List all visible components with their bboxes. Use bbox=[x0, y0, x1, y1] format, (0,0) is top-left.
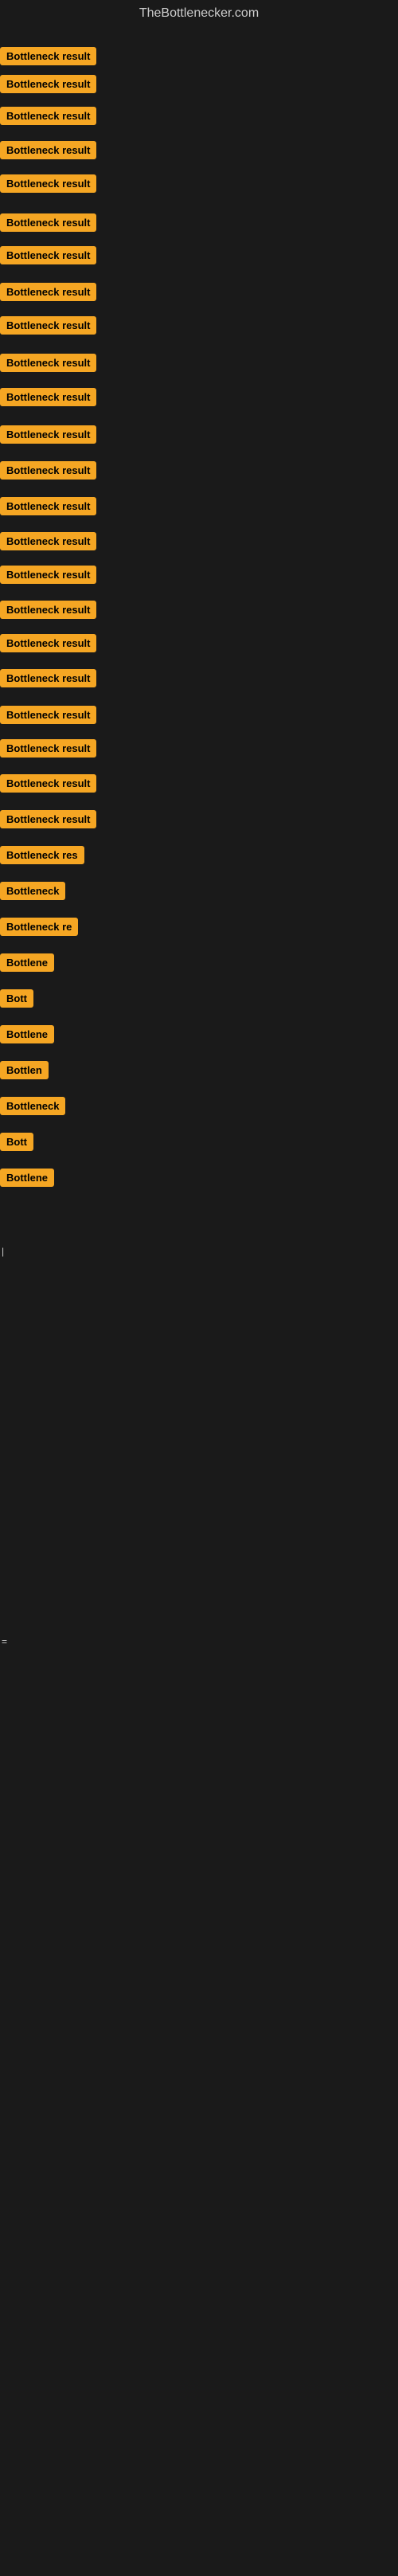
bottleneck-item: Bott bbox=[0, 1133, 33, 1155]
bottleneck-badge: Bottleneck res bbox=[0, 846, 84, 864]
bottleneck-item: Bottlene bbox=[0, 1169, 54, 1191]
bottleneck-badge: Bottleneck result bbox=[0, 107, 96, 125]
bottleneck-item: Bott bbox=[0, 989, 33, 1012]
bottleneck-badge: Bottleneck result bbox=[0, 75, 96, 93]
bottleneck-badge: Bottleneck result bbox=[0, 810, 96, 828]
bottleneck-item: Bottleneck result bbox=[0, 810, 96, 832]
bottleneck-badge: Bottleneck result bbox=[0, 246, 96, 264]
bottleneck-badge: Bottleneck result bbox=[0, 47, 96, 65]
bottleneck-badge: Bottleneck result bbox=[0, 566, 96, 584]
bottleneck-badge: Bottleneck result bbox=[0, 601, 96, 619]
bottleneck-badge: Bottleneck result bbox=[0, 213, 96, 232]
bottleneck-item: Bottlen bbox=[0, 1061, 49, 1083]
bottleneck-badge: Bottleneck result bbox=[0, 774, 96, 793]
bottleneck-item: Bottleneck result bbox=[0, 634, 96, 656]
bottleneck-badge: Bott bbox=[0, 1133, 33, 1151]
marker: = bbox=[2, 1636, 7, 1647]
bottleneck-item: Bottleneck result bbox=[0, 532, 96, 554]
bottleneck-list: Bottleneck result Bottleneck result Bottle… bbox=[0, 27, 398, 2576]
bottleneck-item: Bottleneck result bbox=[0, 75, 96, 97]
bottleneck-item: Bottleneck result bbox=[0, 497, 96, 519]
bottleneck-item: Bottleneck result bbox=[0, 174, 96, 197]
bottleneck-item: Bottleneck result bbox=[0, 354, 96, 376]
bottleneck-badge: Bottleneck result bbox=[0, 634, 96, 652]
bottleneck-badge: Bottleneck result bbox=[0, 532, 96, 550]
bottleneck-badge: Bottleneck re bbox=[0, 918, 78, 936]
bottleneck-item: Bottleneck result bbox=[0, 213, 96, 236]
bottleneck-item: Bottleneck result bbox=[0, 246, 96, 268]
bottleneck-item: Bottleneck result bbox=[0, 739, 96, 761]
bottleneck-item: Bottleneck result bbox=[0, 601, 96, 623]
bottleneck-badge: Bottleneck result bbox=[0, 706, 96, 724]
bottleneck-item: Bottleneck result bbox=[0, 461, 96, 483]
bottleneck-badge: Bottleneck result bbox=[0, 669, 96, 687]
bottleneck-badge: Bottlene bbox=[0, 1025, 54, 1043]
bottleneck-badge: Bottleneck result bbox=[0, 174, 96, 193]
bottleneck-badge: Bottleneck result bbox=[0, 316, 96, 335]
bottleneck-badge: Bottleneck result bbox=[0, 739, 96, 758]
bottleneck-badge: Bottleneck result bbox=[0, 461, 96, 480]
bottleneck-badge: Bottleneck bbox=[0, 882, 65, 900]
marker: | bbox=[2, 1246, 4, 1257]
bottleneck-item: Bottleneck result bbox=[0, 107, 96, 129]
bottleneck-item: Bottleneck result bbox=[0, 425, 96, 448]
bottleneck-badge: Bottlene bbox=[0, 1169, 54, 1187]
bottleneck-item: Bottleneck res bbox=[0, 846, 84, 868]
bottleneck-badge: Bottleneck bbox=[0, 1097, 65, 1115]
bottleneck-badge: Bottleneck result bbox=[0, 283, 96, 301]
bottleneck-item: Bottlene bbox=[0, 953, 54, 976]
bottleneck-item: Bottleneck result bbox=[0, 316, 96, 339]
bottleneck-item: Bottleneck result bbox=[0, 388, 96, 410]
bottleneck-item: Bottleneck result bbox=[0, 774, 96, 797]
bottleneck-item: Bottleneck result bbox=[0, 669, 96, 691]
bottleneck-item: Bottlene bbox=[0, 1025, 54, 1047]
bottleneck-item: Bottleneck bbox=[0, 1097, 65, 1119]
bottleneck-item: Bottleneck result bbox=[0, 47, 96, 69]
bottleneck-badge: Bottleneck result bbox=[0, 497, 96, 515]
bottleneck-item: Bottleneck re bbox=[0, 918, 78, 940]
site-title: TheBottlenecker.com bbox=[0, 0, 398, 27]
bottleneck-item: Bottleneck result bbox=[0, 283, 96, 305]
site-header: TheBottlenecker.com bbox=[0, 0, 398, 27]
bottleneck-badge: Bott bbox=[0, 989, 33, 1008]
bottleneck-badge: Bottleneck result bbox=[0, 388, 96, 406]
bottleneck-badge: Bottlene bbox=[0, 953, 54, 972]
bottleneck-badge: Bottleneck result bbox=[0, 354, 96, 372]
bottleneck-badge: Bottleneck result bbox=[0, 141, 96, 159]
bottleneck-item: Bottleneck bbox=[0, 882, 65, 904]
bottleneck-badge: Bottlen bbox=[0, 1061, 49, 1079]
bottleneck-item: Bottleneck result bbox=[0, 141, 96, 163]
bottleneck-item: Bottleneck result bbox=[0, 566, 96, 588]
bottleneck-item: Bottleneck result bbox=[0, 706, 96, 728]
bottleneck-badge: Bottleneck result bbox=[0, 425, 96, 444]
